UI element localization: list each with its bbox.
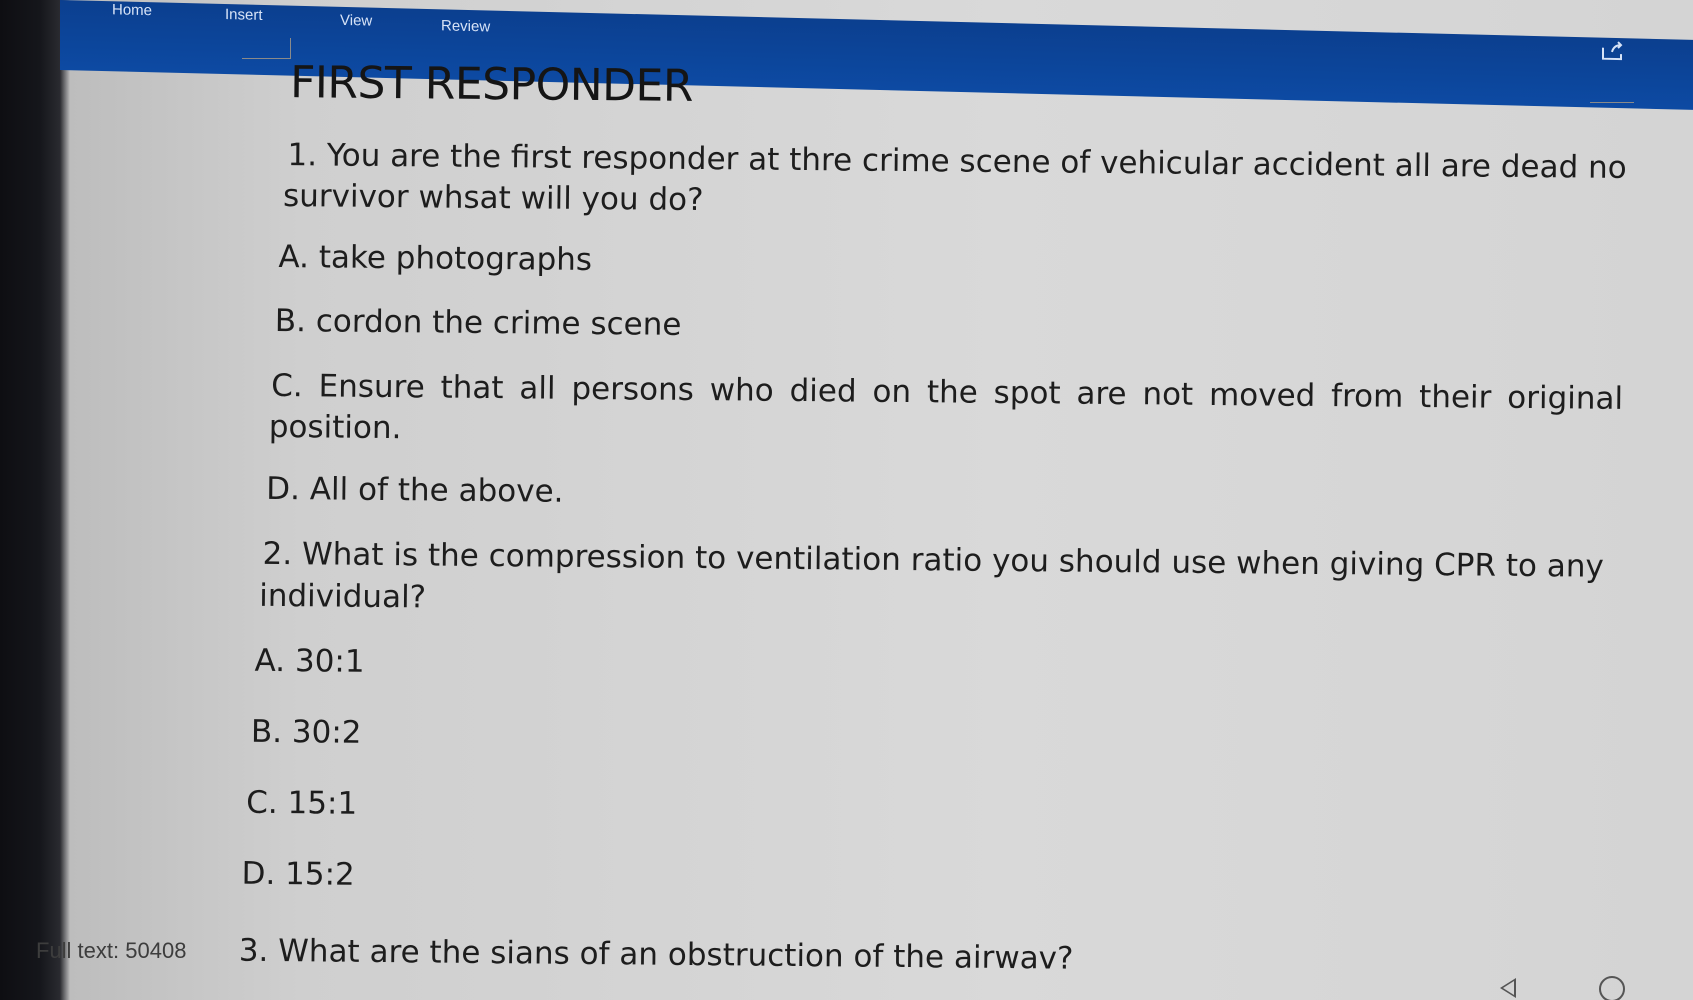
screen: Home Insert View Review 2 FIRST RESPONDE… [0, 0, 1693, 1000]
question-text: 3. What are the sians of an obstruction … [238, 932, 1074, 977]
answer-option: C. Ensure that all persons who died on t… [271, 367, 1624, 417]
page-title: FIRST RESPONDER [289, 57, 694, 112]
answer-option: B. cordon the crime scene [274, 302, 682, 343]
answer-option: A. take photographs [278, 239, 593, 279]
full-text-count: Full text: 50408 [36, 938, 187, 963]
answer-option: A. 30:1 [254, 642, 365, 680]
document-page: FIRST RESPONDER 1. You are the first res… [0, 0, 1693, 1000]
answer-option: B. 30:2 [250, 713, 362, 751]
question-text: survivor whsat will you do? [282, 178, 704, 219]
home-icon[interactable] [1599, 976, 1625, 1000]
answer-option: position. [268, 408, 402, 447]
question-text: 2. What is the compression to ventilatio… [262, 535, 1604, 585]
back-icon[interactable] [1500, 978, 1516, 998]
answer-option: D. All of the above. [266, 470, 564, 510]
answer-option: C. 15:1 [246, 784, 358, 822]
question-text: 1. You are the first responder at thre c… [287, 137, 1627, 186]
answer-option: D. 15:2 [241, 855, 355, 893]
question-text: individual? [259, 577, 427, 616]
